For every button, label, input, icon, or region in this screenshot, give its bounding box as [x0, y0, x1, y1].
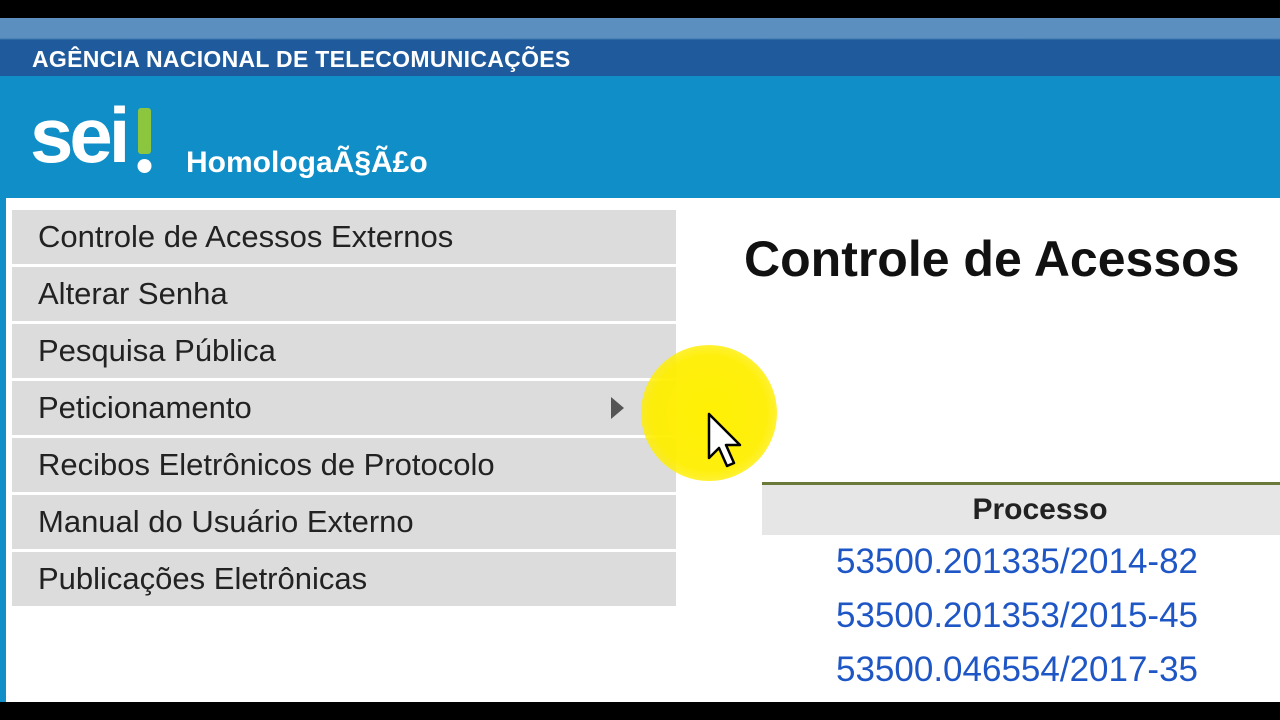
menu-item-label: Controle de Acessos Externos [38, 219, 454, 254]
sei-logo[interactable]: sei [30, 90, 160, 180]
menu-item-label: Publicações Eletrônicas [38, 561, 368, 596]
content-area: Controle de Acessos Externos Alterar Sen… [0, 198, 1280, 702]
table-header: Processo [762, 485, 1280, 535]
menu-item-label: Manual do Usuário Externo [38, 504, 414, 539]
menu-item-controle-acessos-externos[interactable]: Controle de Acessos Externos [12, 210, 676, 264]
menu-item-recibos-eletronicos[interactable]: Recibos Eletrônicos de Protocolo [12, 438, 676, 492]
process-link[interactable]: 53500.201353/2015-45 [836, 596, 1198, 636]
letterbox-bottom [0, 702, 1280, 720]
table-row: 53500.046554/2017-35 [762, 643, 1280, 697]
agency-bar: AGÊNCIA NACIONAL DE TELECOMUNICAÇÕES [0, 18, 1280, 76]
menu-item-pesquisa-publica[interactable]: Pesquisa Pública [12, 324, 676, 378]
page-title: Controle de Acessos [744, 231, 1240, 287]
mouse-pointer-icon [707, 412, 742, 468]
column-header-processo: Processo [972, 493, 1108, 526]
menu-item-label: Alterar Senha [38, 276, 228, 311]
menu-item-label: Recibos Eletrônicos de Protocolo [38, 447, 495, 482]
processes-table: Processo 53500.201335/2014-82 53500.2013… [762, 482, 1280, 697]
table-row: 53500.201335/2014-82 [762, 535, 1280, 589]
left-border [0, 198, 6, 702]
menu-item-manual-usuario-externo[interactable]: Manual do Usuário Externo [12, 495, 676, 549]
main-menu: Controle de Acessos Externos Alterar Sen… [12, 210, 676, 609]
process-link[interactable]: 53500.046554/2017-35 [836, 650, 1198, 690]
screen-frame: AGÊNCIA NACIONAL DE TELECOMUNICAÇÕES sei… [0, 0, 1280, 720]
svg-text:sei: sei [30, 91, 126, 179]
agency-title: AGÊNCIA NACIONAL DE TELECOMUNICAÇÕES [32, 46, 571, 72]
sei-header: sei HomologaÃ§Ã£o [0, 76, 1280, 198]
menu-item-alterar-senha[interactable]: Alterar Senha [12, 267, 676, 321]
process-link[interactable]: 53500.201335/2014-82 [836, 542, 1198, 582]
menu-item-label: Pesquisa Pública [38, 333, 276, 368]
menu-item-label: Peticionamento [38, 390, 252, 425]
environment-label: HomologaÃ§Ã£o [186, 146, 428, 179]
menu-item-peticionamento[interactable]: Peticionamento [12, 381, 676, 435]
menu-item-publicacoes-eletronicas[interactable]: Publicações Eletrônicas [12, 552, 676, 606]
submenu-arrow-icon [611, 397, 624, 419]
letterbox-top [0, 0, 1280, 18]
table-row: 53500.201353/2015-45 [762, 589, 1280, 643]
